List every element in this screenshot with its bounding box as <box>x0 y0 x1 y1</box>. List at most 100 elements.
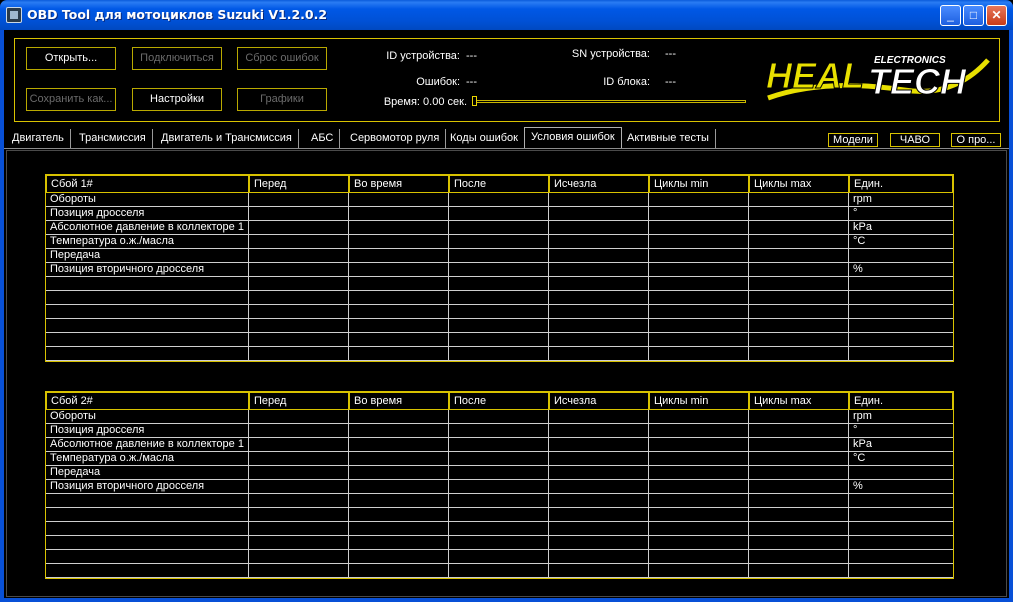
column-header[interactable]: Сбой 2# <box>46 392 249 410</box>
table-row[interactable] <box>46 319 953 333</box>
column-header[interactable]: Исчезла <box>549 392 649 410</box>
table-cell <box>549 550 649 563</box>
settings-button[interactable]: Настройки <box>132 88 222 111</box>
table-cell <box>349 207 449 220</box>
table-cell <box>849 333 953 346</box>
table-row[interactable] <box>46 536 953 550</box>
table-row[interactable] <box>46 333 953 347</box>
table-row[interactable]: Обороты rpm <box>46 410 953 424</box>
table-row[interactable]: Позиция вторичного дросселя% <box>46 263 953 277</box>
table-cell <box>649 291 749 304</box>
tab-steering-servo[interactable]: Сервомотор руля <box>344 129 447 148</box>
table-cell <box>349 522 449 535</box>
table-cell <box>749 438 849 451</box>
column-header[interactable]: Исчезла <box>549 175 649 193</box>
table-cell: ° <box>853 424 858 436</box>
table-row[interactable]: Абсолютное давление в коллекторе 1 kPa <box>46 438 953 452</box>
column-header[interactable]: Циклы max <box>749 392 849 410</box>
column-header[interactable]: Сбой 1# <box>46 175 249 193</box>
table-cell <box>849 536 953 549</box>
table-row[interactable] <box>46 305 953 319</box>
open-button[interactable]: Открыть... <box>26 47 116 70</box>
app-icon[interactable] <box>6 7 22 23</box>
table-cell <box>449 508 549 521</box>
table-row[interactable] <box>46 291 953 305</box>
table-cell <box>46 319 249 332</box>
table-row[interactable]: Позиция вторичного дросселя% <box>46 480 953 494</box>
logo-tech-text: TECH <box>868 61 967 102</box>
tab-abs[interactable]: АБС <box>305 129 341 148</box>
time-slider-track[interactable] <box>475 100 746 103</box>
table-row[interactable] <box>46 347 953 361</box>
tab-error-conditions[interactable]: Условия ошибок <box>524 127 622 148</box>
table-cell <box>349 263 449 276</box>
table-cell <box>749 410 849 423</box>
faq-button[interactable]: ЧАВО <box>890 133 940 147</box>
table-cell <box>849 277 953 290</box>
column-header[interactable]: Циклы max <box>749 175 849 193</box>
window-frame-left <box>0 30 4 602</box>
column-header[interactable]: Перед <box>249 392 349 410</box>
table-cell <box>549 207 649 220</box>
column-header[interactable]: Во время <box>349 392 449 410</box>
table-cell <box>549 305 649 318</box>
table-cell <box>46 291 249 304</box>
table-cell <box>449 564 549 577</box>
table-row[interactable] <box>46 277 953 291</box>
minimize-button[interactable]: _ <box>940 5 961 26</box>
table-row[interactable] <box>46 550 953 564</box>
column-header[interactable]: После <box>449 392 549 410</box>
table-row[interactable]: Передача <box>46 249 953 263</box>
table-cell <box>849 466 953 479</box>
table-row[interactable] <box>46 494 953 508</box>
time-slider-thumb[interactable] <box>472 96 477 106</box>
connect-button[interactable]: Подключиться <box>132 47 222 70</box>
column-header[interactable]: Циклы min <box>649 392 749 410</box>
tab-engine-transmission[interactable]: Двигатель и Трансмиссия <box>155 129 299 148</box>
table-row[interactable]: Абсолютное давление в коллекторе 1 kPa <box>46 221 953 235</box>
tab-active-tests[interactable]: Активные тесты <box>621 129 716 148</box>
table-cell <box>249 564 349 577</box>
save-as-button[interactable]: Сохранить как... <box>26 88 116 111</box>
table-cell <box>449 480 549 493</box>
column-header[interactable]: Во время <box>349 175 449 193</box>
table-cell <box>749 221 849 234</box>
table-row[interactable]: Позиция дросселя ° <box>46 207 953 221</box>
table-cell <box>349 494 449 507</box>
models-button[interactable]: Модели <box>828 133 878 147</box>
table-row[interactable] <box>46 564 953 578</box>
table-cell: kPa <box>853 221 872 233</box>
tab-transmission[interactable]: Трансмиссия <box>73 129 153 148</box>
column-header[interactable]: Един. <box>849 392 953 410</box>
title-bar[interactable]: OBD Tool для мотоциклов Suzuki V1.2.0.2 … <box>0 0 1013 30</box>
table-cell <box>849 291 953 304</box>
table-cell <box>649 319 749 332</box>
column-header[interactable]: Циклы min <box>649 175 749 193</box>
table-cell <box>249 480 349 493</box>
table-cell: ° <box>853 207 858 219</box>
column-header[interactable]: Перед <box>249 175 349 193</box>
table-cell <box>449 249 549 262</box>
tab-engine[interactable]: Двигатель <box>6 129 71 148</box>
table-row[interactable] <box>46 508 953 522</box>
table-cell: % <box>853 263 863 275</box>
table-cell <box>549 494 649 507</box>
table-cell <box>549 291 649 304</box>
table-row[interactable] <box>46 522 953 536</box>
about-button[interactable]: О про... <box>951 133 1001 147</box>
reset-errors-button[interactable]: Сброс ошибок <box>237 47 327 70</box>
tab-error-codes[interactable]: Коды ошибок <box>444 129 525 148</box>
table-cell <box>349 480 449 493</box>
table-row[interactable]: Температура о.ж./масла °C <box>46 452 953 466</box>
table-row[interactable]: Обороты rpm <box>46 193 953 207</box>
column-header[interactable]: Един. <box>849 175 953 193</box>
table-row[interactable]: Температура о.ж./масла °C <box>46 235 953 249</box>
table-cell: kPa <box>853 438 872 450</box>
maximize-button[interactable]: □ <box>963 5 984 26</box>
column-header[interactable]: После <box>449 175 549 193</box>
close-button[interactable]: ✕ <box>986 5 1007 26</box>
table-row[interactable]: Позиция дросселя ° <box>46 424 953 438</box>
table-row[interactable]: Передача <box>46 466 953 480</box>
window-frame-right <box>1009 30 1013 602</box>
graphs-button[interactable]: Графики <box>237 88 327 111</box>
